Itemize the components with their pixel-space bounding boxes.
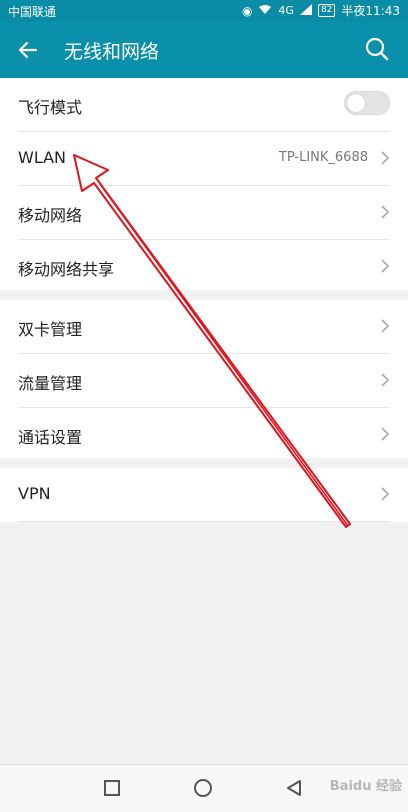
battery-icon: 82 [317, 4, 336, 17]
row-label: WLAN [18, 148, 67, 167]
clock-label: 半夜11:43 [341, 4, 400, 18]
wifi-icon [258, 4, 272, 18]
settings-group-sim: 双卡管理 流量管理 通话设置 [0, 300, 408, 458]
settings-row-airplane-mode[interactable]: 飞行模式 [18, 78, 390, 132]
settings-row-data-usage[interactable]: 流量管理 [18, 354, 390, 408]
settings-row-dual-sim[interactable]: 双卡管理 [18, 300, 390, 354]
chevron-right-icon [381, 319, 390, 333]
signal-icon [299, 3, 312, 18]
chevron-right-icon [381, 259, 390, 273]
baidu-watermark: Baidu 经验 [329, 779, 402, 794]
row-label: VPN [18, 484, 51, 503]
arrow-left-icon[interactable] [16, 38, 40, 62]
settings-row-tethering[interactable]: 移动网络共享 [18, 240, 390, 293]
page-title: 无线和网络 [64, 41, 160, 63]
chevron-right-icon [381, 427, 390, 441]
status-icons: ◉ 4G 82 半夜11:43 [242, 2, 400, 19]
back-triangle-icon[interactable] [285, 779, 303, 797]
row-label: 流量管理 [18, 374, 83, 393]
recents-square-icon[interactable] [104, 780, 120, 796]
chevron-right-icon [381, 373, 390, 387]
eye-icon: ◉ [241, 3, 253, 18]
chevron-right-icon [381, 487, 390, 501]
toggle-knob [347, 94, 365, 112]
row-label: 移动网络 [18, 206, 83, 225]
settings-row-mobile-network[interactable]: 移动网络 [18, 186, 390, 240]
settings-row-call-settings[interactable]: 通话设置 [18, 408, 390, 461]
row-label: 双卡管理 [18, 320, 83, 339]
network-type-label: 4G [278, 4, 294, 17]
row-label: 通话设置 [18, 428, 83, 447]
row-label: 飞行模式 [18, 98, 83, 117]
row-label: 移动网络共享 [18, 260, 115, 279]
carrier-label: 中国联通 [8, 5, 57, 19]
settings-group-network: 飞行模式 WLAN TP-LINK_6688 移动网络 移动网络共享 [0, 78, 408, 290]
chevron-right-icon [381, 151, 390, 165]
app-bar: 无线和网络 [0, 22, 408, 78]
settings-row-wlan[interactable]: WLAN TP-LINK_6688 [18, 132, 390, 186]
search-icon[interactable] [364, 36, 390, 62]
settings-group-vpn: VPN [0, 468, 408, 522]
airplane-mode-toggle[interactable] [344, 91, 390, 115]
settings-row-vpn[interactable]: VPN [18, 468, 390, 522]
home-circle-icon[interactable] [194, 779, 212, 797]
wlan-network-name: TP-LINK_6688 [278, 150, 368, 165]
status-bar: 中国联通 ◉ 4G 82 半夜11:43 [0, 0, 408, 22]
chevron-right-icon [381, 205, 390, 219]
